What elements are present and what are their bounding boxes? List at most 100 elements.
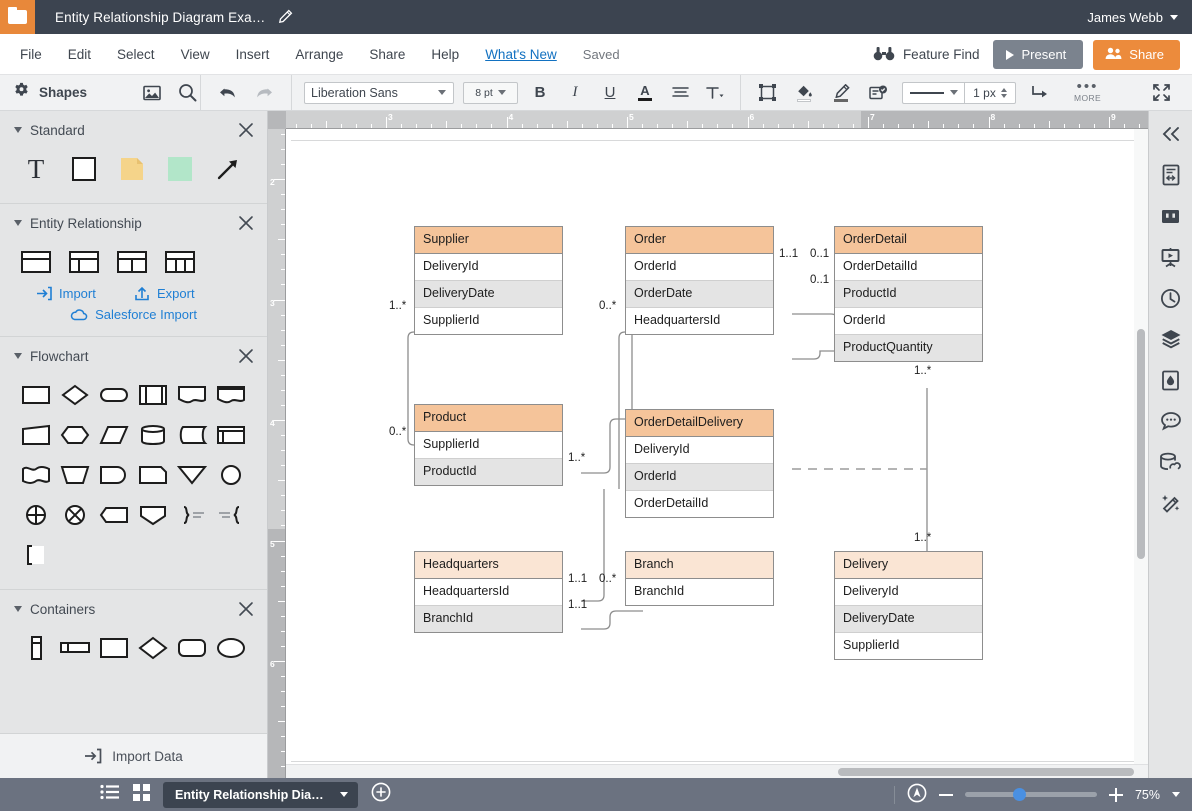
panel-header-containers[interactable]: Containers: [0, 590, 267, 628]
shape-text[interactable]: T: [16, 149, 56, 189]
shape-shield[interactable]: [134, 495, 173, 535]
data-link-icon[interactable]: [1156, 447, 1186, 477]
fill-bucket-icon[interactable]: [791, 80, 817, 106]
export-link[interactable]: Export: [134, 286, 195, 301]
entity-field[interactable]: DeliveryId: [415, 254, 562, 281]
pan-tool-icon[interactable]: [907, 783, 927, 806]
shape-note[interactable]: [112, 149, 152, 189]
list-view-icon[interactable]: [100, 784, 120, 805]
menu-item-share[interactable]: Share: [356, 43, 418, 66]
entity-orderdetaildelivery[interactable]: OrderDetailDeliveryDeliveryIdOrderIdOrde…: [625, 409, 774, 518]
zoom-in-icon[interactable]: [1109, 788, 1123, 802]
italic-button[interactable]: I: [562, 80, 588, 106]
shape-outline-icon[interactable]: [754, 80, 780, 106]
shape-trapezoid[interactable]: [55, 455, 94, 495]
grid-view-icon[interactable]: [133, 784, 150, 806]
entity-headquarters[interactable]: HeadquartersHeadquartersIdBranchId: [414, 551, 563, 633]
shape-vertical-container[interactable]: [16, 628, 55, 668]
shape-hexagon[interactable]: [55, 415, 94, 455]
import-data-button[interactable]: Import Data: [0, 733, 267, 778]
collapse-icon[interactable]: [1156, 119, 1186, 149]
presentation-icon[interactable]: [1156, 242, 1186, 272]
shape-brace-left[interactable]: [212, 495, 251, 535]
connector-icon[interactable]: [1027, 80, 1053, 106]
entity-order[interactable]: OrderOrderIdOrderDateHeadquartersId: [625, 226, 774, 335]
shape-parallelogram[interactable]: [94, 415, 133, 455]
canvas-area[interactable]: 3456789 23456: [268, 111, 1148, 778]
note-check-icon[interactable]: [865, 80, 891, 106]
horizontal-scroll-thumb[interactable]: [838, 768, 1134, 776]
shape-trapezoid-right[interactable]: [16, 415, 55, 455]
shape-ellipse-container[interactable]: [212, 628, 251, 668]
entity-delivery[interactable]: DeliveryDeliveryIdDeliveryDateSupplierId: [834, 551, 983, 660]
document-properties-icon[interactable]: [1156, 160, 1186, 190]
shape-diamond[interactable]: [55, 375, 94, 415]
add-page-icon[interactable]: [371, 782, 391, 807]
shape-circle[interactable]: [212, 455, 251, 495]
present-button[interactable]: Present: [993, 40, 1083, 69]
text-options-icon[interactable]: [702, 80, 728, 106]
menu-item-file[interactable]: File: [7, 43, 55, 66]
menu-item-select[interactable]: Select: [104, 43, 168, 66]
diagram-page[interactable]: SupplierDeliveryIdDeliveryDateSupplierId…: [286, 129, 1148, 762]
font-family-select[interactable]: Liberation Sans: [304, 82, 454, 104]
entity-branch[interactable]: BranchBranchId: [625, 551, 774, 606]
entity-field[interactable]: OrderId: [626, 254, 773, 281]
chevron-down-icon[interactable]: [14, 353, 22, 359]
shape-rect-container[interactable]: [94, 628, 133, 668]
shape-wave[interactable]: [16, 455, 55, 495]
shape-circle-x[interactable]: [55, 495, 94, 535]
entity-field[interactable]: OrderDetailId: [626, 491, 773, 517]
text-color-button[interactable]: A: [632, 80, 658, 106]
entity-field[interactable]: SupplierId: [415, 308, 562, 334]
entity-product[interactable]: ProductSupplierIdProductId: [414, 404, 563, 486]
shape-entity-2col[interactable]: [64, 242, 104, 282]
entity-field[interactable]: OrderId: [835, 308, 982, 335]
panel-header-standard[interactable]: Standard: [0, 111, 267, 149]
zoom-slider[interactable]: [965, 792, 1097, 797]
shape-loop-limit[interactable]: [134, 455, 173, 495]
entity-supplier[interactable]: SupplierDeliveryIdDeliveryDateSupplierId: [414, 226, 563, 335]
gear-icon[interactable]: [13, 82, 30, 104]
underline-button[interactable]: U: [597, 80, 623, 106]
image-icon[interactable]: [139, 80, 165, 106]
shape-document[interactable]: [173, 375, 212, 415]
entity-field[interactable]: ProductId: [835, 281, 982, 308]
menu-item-view[interactable]: View: [168, 43, 223, 66]
pencil-icon[interactable]: [277, 9, 293, 25]
shape-diamond-container[interactable]: [134, 628, 173, 668]
panel-header-entity-relationship[interactable]: Entity Relationship: [0, 204, 267, 242]
entity-field[interactable]: OrderId: [626, 464, 773, 491]
entity-field[interactable]: BranchId: [415, 606, 562, 632]
entity-field[interactable]: HeadquartersId: [626, 308, 773, 334]
shape-horizontal-container[interactable]: [55, 628, 94, 668]
entity-field[interactable]: DeliveryId: [626, 437, 773, 464]
font-size-select[interactable]: 8 pt: [463, 82, 518, 104]
close-icon[interactable]: [238, 122, 254, 138]
quote-icon[interactable]: [1156, 201, 1186, 231]
theme-icon[interactable]: [1156, 365, 1186, 395]
shape-circle-cross[interactable]: [16, 495, 55, 535]
comments-icon[interactable]: [1156, 406, 1186, 436]
entity-field[interactable]: DeliveryId: [835, 579, 982, 606]
shape-predefined-process[interactable]: [134, 375, 173, 415]
shape-cylinder[interactable]: [134, 415, 173, 455]
magic-wand-icon[interactable]: [1156, 488, 1186, 518]
search-icon[interactable]: [174, 80, 200, 106]
line-width-select[interactable]: 1 px: [964, 82, 1016, 104]
import-link[interactable]: Import: [16, 286, 134, 301]
line-color-icon[interactable]: [828, 80, 854, 106]
entity-field[interactable]: SupplierId: [415, 432, 562, 459]
close-icon[interactable]: [238, 601, 254, 617]
chevron-down-icon[interactable]: [340, 792, 348, 797]
menu-item-arrange[interactable]: Arrange: [282, 43, 356, 66]
shape-rounded-container[interactable]: [173, 628, 212, 668]
shape-arrow[interactable]: [208, 149, 248, 189]
panel-header-flowchart[interactable]: Flowchart: [0, 337, 267, 375]
shape-bracket[interactable]: [16, 535, 56, 575]
menu-item-edit[interactable]: Edit: [55, 43, 104, 66]
shape-stadium[interactable]: [94, 375, 133, 415]
entity-field[interactable]: ProductQuantity: [835, 335, 982, 361]
folder-icon[interactable]: [0, 0, 35, 34]
shape-entity-3col[interactable]: [112, 242, 152, 282]
